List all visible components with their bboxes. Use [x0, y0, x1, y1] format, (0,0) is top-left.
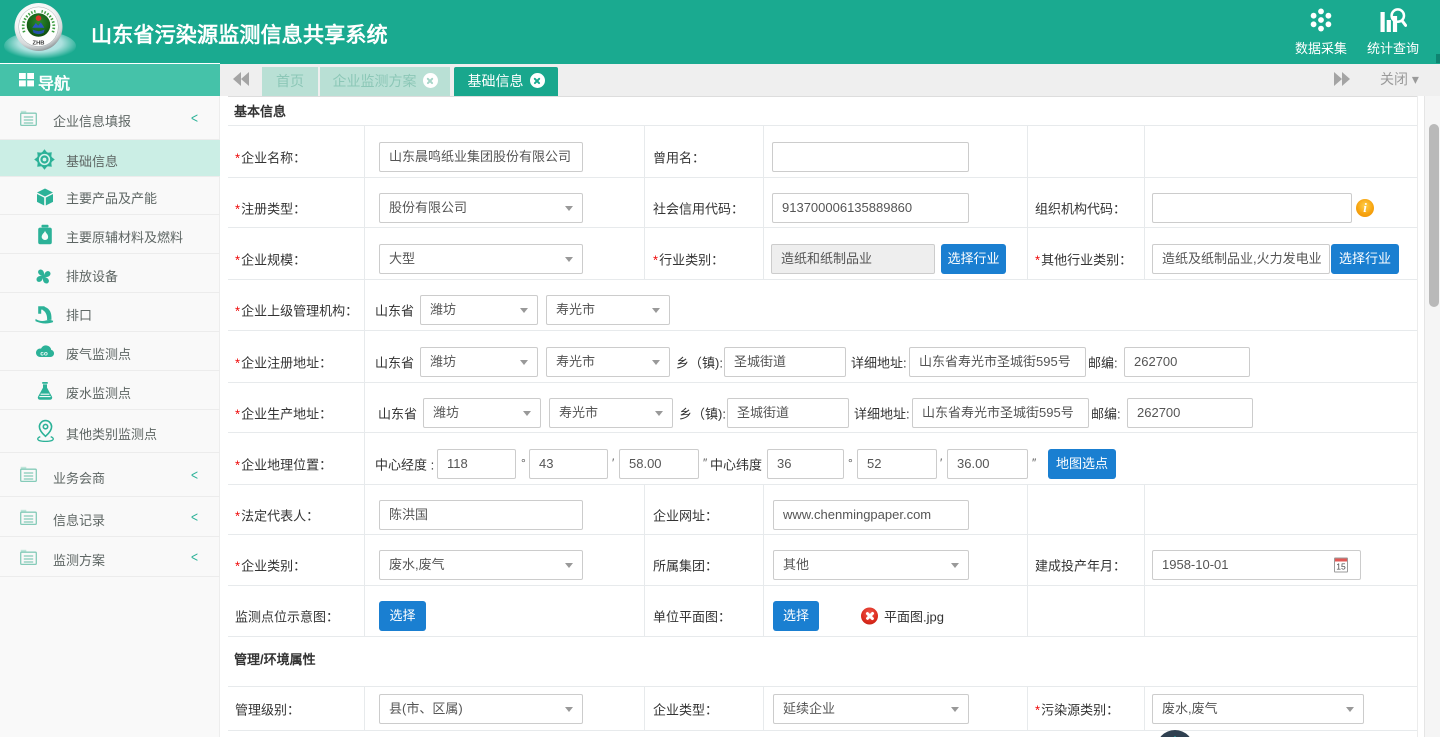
svg-text:co: co — [40, 350, 48, 357]
svg-text:ZHB: ZHB — [33, 41, 45, 47]
